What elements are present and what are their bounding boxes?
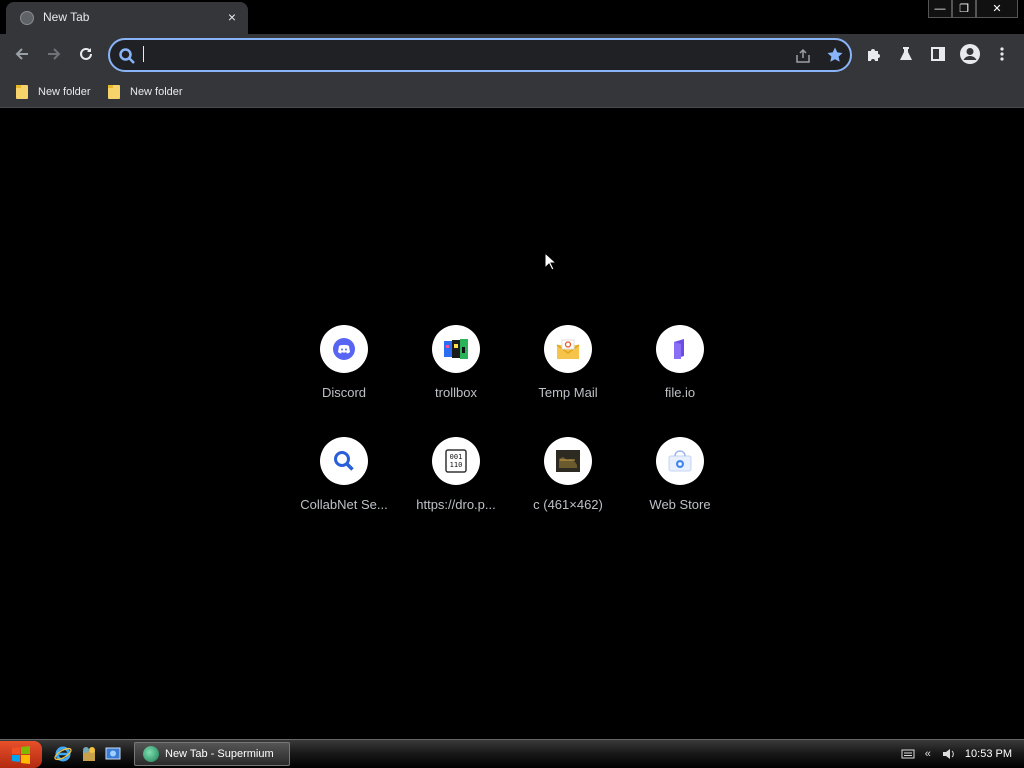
shortcut-trollbox[interactable]: trollbox (400, 325, 512, 425)
taskbar-window-label: New Tab - Supermium (165, 748, 274, 760)
toolbar (0, 34, 1024, 76)
globe-icon (20, 11, 34, 25)
folder-icon (16, 85, 28, 99)
profile-avatar-icon[interactable] (958, 42, 982, 66)
shortcut-label: https://dro.p... (416, 497, 496, 512)
shortcut-file-io[interactable]: file.io (624, 325, 736, 425)
new-tab-page: Discord trollbox Temp Mail file.io Colla… (0, 109, 1024, 739)
taskbar: New Tab - Supermium « 10:53 PM (0, 739, 1024, 768)
forward-arrow-icon (48, 48, 61, 60)
folder-icon (108, 85, 120, 99)
reload-icon (80, 47, 92, 60)
tab-new-tab[interactable]: New Tab × (6, 2, 248, 34)
shortcut-label: Discord (321, 385, 367, 400)
binary-icon: 001 110 (432, 437, 480, 485)
svg-text:110: 110 (450, 461, 463, 469)
tray-expand-icon[interactable]: « (925, 748, 931, 760)
start-button[interactable] (0, 741, 42, 768)
image-icon (544, 437, 592, 485)
bookmark-folder-2[interactable]: New folder (108, 82, 183, 102)
taskbar-window-supermium[interactable]: New Tab - Supermium (134, 742, 290, 766)
shortcut-image-c[interactable]: c (461×462) (512, 437, 624, 537)
fileio-icon (656, 325, 704, 373)
bookmark-star-icon[interactable] (826, 46, 844, 64)
back-button[interactable] (8, 40, 36, 68)
quick-launch-app-icon[interactable] (80, 745, 98, 763)
minimize-button[interactable]: — (928, 0, 952, 18)
volume-icon[interactable] (941, 747, 955, 761)
bookmark-label: New folder (38, 86, 91, 98)
back-arrow-icon (15, 48, 28, 60)
shortcut-web-store[interactable]: Web Store (624, 437, 736, 537)
bookmarks-bar: New folder New folder (0, 76, 1024, 108)
bookmark-label: New folder (130, 86, 183, 98)
close-window-button[interactable]: ✕ (976, 0, 1018, 18)
tab-title: New Tab (43, 10, 90, 24)
search-icon (320, 437, 368, 485)
shortcut-collabnet[interactable]: CollabNet Se... (288, 437, 400, 537)
system-tray: « 10:53 PM (901, 740, 1024, 768)
menu-dots-icon[interactable] (992, 44, 1012, 64)
text-caret (143, 46, 144, 62)
side-panel-icon[interactable] (928, 44, 948, 64)
window-controls: — ❐ ✕ (928, 0, 1018, 18)
shortcut-label: trollbox (435, 385, 477, 400)
search-icon (119, 48, 135, 64)
supermium-icon (143, 746, 159, 762)
discord-icon (320, 325, 368, 373)
tab-close-icon[interactable]: × (224, 8, 240, 26)
shortcut-temp-mail[interactable]: Temp Mail (512, 325, 624, 425)
clock[interactable]: 10:53 PM (965, 748, 1012, 760)
address-bar[interactable] (108, 38, 852, 72)
mail-icon (544, 325, 592, 373)
windows-logo-icon (12, 745, 30, 764)
mouse-pointer-icon (544, 252, 556, 271)
share-icon[interactable] (794, 47, 812, 65)
tab-strip: New Tab × — ❐ ✕ (0, 0, 1024, 34)
keyboard-icon[interactable] (901, 748, 915, 760)
maximize-button[interactable]: ❐ (952, 0, 976, 18)
forward-button[interactable] (40, 40, 68, 68)
webstore-icon (656, 437, 704, 485)
show-desktop-icon[interactable] (104, 745, 122, 763)
svg-text:001: 001 (450, 453, 463, 461)
shortcut-label: Temp Mail (538, 385, 598, 400)
shortcut-dro[interactable]: 001 110 https://dro.p... (400, 437, 512, 537)
shortcut-label: CollabNet Se... (300, 497, 388, 512)
reload-button[interactable] (72, 40, 100, 68)
internet-explorer-icon[interactable] (54, 745, 72, 763)
shortcut-discord[interactable]: Discord (288, 325, 400, 425)
bookmark-folder-1[interactable]: New folder (16, 82, 91, 102)
shortcut-label: file.io (664, 385, 696, 400)
labs-flask-icon[interactable] (896, 44, 916, 64)
shortcut-label: c (461×462) (533, 497, 603, 512)
trollbox-icon (432, 325, 480, 373)
extensions-icon[interactable] (864, 44, 884, 64)
shortcut-label: Web Store (649, 497, 711, 512)
